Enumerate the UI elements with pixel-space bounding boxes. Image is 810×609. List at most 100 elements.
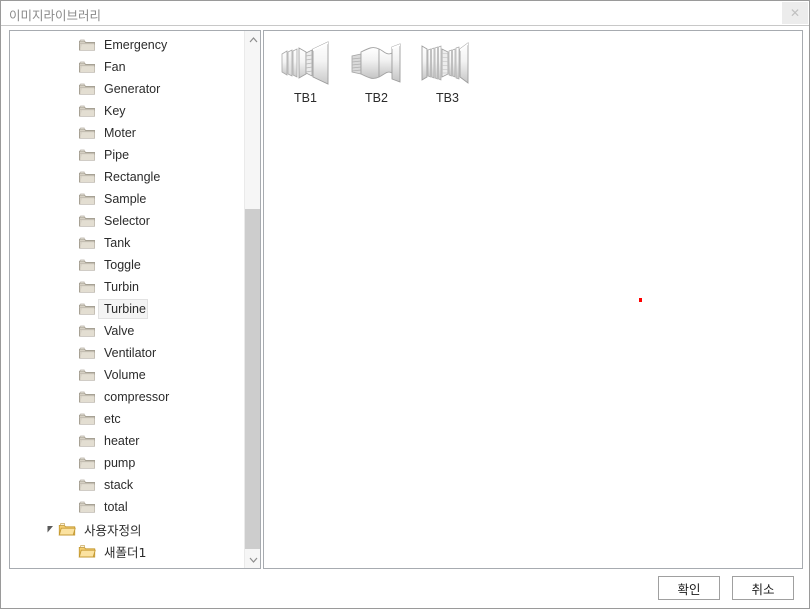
scroll-up-button[interactable] — [245, 31, 260, 48]
folder-grey-icon — [78, 500, 96, 514]
tree-item-valve[interactable]: Valve — [10, 320, 245, 342]
folder-grey-icon — [78, 390, 96, 404]
scroll-thumb[interactable] — [245, 209, 260, 549]
folder-grey-icon — [79, 61, 95, 73]
folder-yellow-icon — [78, 544, 96, 558]
folder-grey-icon — [79, 325, 95, 337]
tree-item-fan[interactable]: Fan — [10, 56, 245, 78]
folder-grey-icon — [79, 391, 95, 403]
thumbnail-label: TB1 — [294, 91, 317, 105]
tree-item-사용자정의[interactable]: 사용자정의 — [10, 518, 245, 540]
folder-grey-icon — [79, 215, 95, 227]
tree-item-label: Tank — [104, 236, 131, 250]
tree-item-stack[interactable]: stack — [10, 474, 245, 496]
turbine-bladed-icon — [274, 37, 338, 89]
folder-grey-icon — [79, 281, 95, 293]
scroll-down-button[interactable] — [245, 551, 260, 568]
tree-item-label: Valve — [104, 324, 135, 338]
tree-item-label: Selector — [104, 214, 150, 228]
tree-item-toggle[interactable]: Toggle — [10, 254, 245, 276]
folder-grey-icon — [79, 105, 95, 117]
folder-grey-icon — [79, 479, 95, 491]
tree-item-label: 사용자정의 — [84, 522, 142, 538]
tree-item-compressor[interactable]: compressor — [10, 386, 245, 408]
thumbnail-item-tb2[interactable]: TB2 — [341, 37, 412, 105]
tree-item-새폴더1[interactable]: 새폴더1 — [10, 540, 245, 562]
tree-item-sample[interactable]: Sample — [10, 188, 245, 210]
tree-item-turbine[interactable]: Turbine — [10, 298, 245, 320]
tree-item-label: 새폴더1 — [104, 544, 147, 560]
tree-item-etc[interactable]: etc — [10, 408, 245, 430]
folder-grey-icon — [79, 413, 95, 425]
thumbnail-item-tb3[interactable]: TB3 — [412, 37, 483, 105]
thumbnail-strip: TB1 TB2 TB3 — [270, 37, 483, 105]
turbine-bladed-icon — [281, 41, 328, 85]
tree-item-label: Pipe — [104, 148, 130, 162]
close-button[interactable]: ✕ — [782, 2, 808, 24]
tree-vertical-scrollbar[interactable] — [244, 31, 260, 568]
tree-item-label: Fan — [104, 60, 126, 74]
thumbnail-item-tb1[interactable]: TB1 — [270, 37, 341, 105]
tree-item-turbin[interactable]: Turbin — [10, 276, 245, 298]
image-library-dialog: 이미지라이브러리 ✕ Emergency Fan Generator Key Moter… — [0, 0, 810, 609]
tree-item-ventilator[interactable]: Ventilator — [10, 342, 245, 364]
tree-item-tank[interactable]: Tank — [10, 232, 245, 254]
folder-grey-icon — [79, 259, 95, 271]
folder-grey-icon — [78, 368, 96, 382]
folder-grey-icon — [79, 83, 95, 95]
title-bar: 이미지라이브러리 ✕ — [1, 1, 809, 26]
turbine-stacked-icon — [421, 42, 468, 84]
tree-item-label: stack — [104, 478, 134, 492]
folder-grey-icon — [78, 412, 96, 426]
ok-button[interactable]: 확인 — [658, 576, 720, 600]
folder-grey-icon — [79, 171, 95, 183]
expand-triangle-icon[interactable] — [44, 523, 56, 535]
folder-grey-icon — [79, 347, 95, 359]
folder-tree-list[interactable]: Emergency Fan Generator Key Moter Pipe Rectang… — [10, 31, 245, 568]
tree-item-label: Emergency — [104, 38, 168, 52]
turbine-stacked-icon — [416, 37, 480, 89]
tree-item-key[interactable]: Key — [10, 100, 245, 122]
tree-item-label: Sample — [104, 192, 147, 206]
tree-item-pipe[interactable]: Pipe — [10, 144, 245, 166]
folder-grey-icon — [78, 82, 96, 96]
tree-item-total[interactable]: total — [10, 496, 245, 518]
folder-grey-icon — [78, 214, 96, 228]
chevron-down-icon — [249, 557, 257, 563]
folder-grey-icon — [79, 127, 95, 139]
tree-item-label: heater — [104, 434, 140, 448]
folder-tree-panel: Emergency Fan Generator Key Moter Pipe Rectang… — [9, 30, 261, 569]
folder-grey-icon — [79, 39, 95, 51]
chevron-up-icon — [249, 36, 257, 42]
tree-item-generator[interactable]: Generator — [10, 78, 245, 100]
folder-yellow-icon — [58, 523, 76, 536]
folder-grey-icon — [79, 501, 95, 513]
thumbnail-label: TB3 — [436, 91, 459, 105]
cancel-button[interactable]: 취소 — [732, 576, 794, 600]
tree-item-moter[interactable]: Moter — [10, 122, 245, 144]
folder-grey-icon — [78, 478, 96, 492]
tree-item-emergency[interactable]: Emergency — [10, 34, 245, 56]
thumbnail-label: TB2 — [365, 91, 388, 105]
turbine-cone-icon — [351, 43, 400, 83]
folder-yellow-icon — [58, 522, 76, 536]
tree-item-label: Key — [104, 104, 126, 118]
tree-item-rectangle[interactable]: Rectangle — [10, 166, 245, 188]
tree-item-heater[interactable]: heater — [10, 430, 245, 452]
folder-grey-icon — [79, 457, 95, 469]
folder-grey-icon — [79, 149, 95, 161]
folder-grey-icon — [79, 237, 95, 249]
folder-grey-icon — [78, 324, 96, 338]
tree-item-volume[interactable]: Volume — [10, 364, 245, 386]
tree-item-label: Ventilator — [104, 346, 157, 360]
tree-item-pump[interactable]: pump — [10, 452, 245, 474]
folder-grey-icon — [78, 236, 96, 250]
tree-item-label: Toggle — [104, 258, 141, 272]
folder-grey-icon — [78, 456, 96, 470]
tree-item-label: Generator — [104, 82, 161, 96]
folder-grey-icon — [78, 434, 96, 448]
folder-grey-icon — [78, 258, 96, 272]
tree-item-selector[interactable]: Selector — [10, 210, 245, 232]
folder-grey-icon — [79, 369, 95, 381]
folder-yellow-icon — [78, 545, 96, 558]
